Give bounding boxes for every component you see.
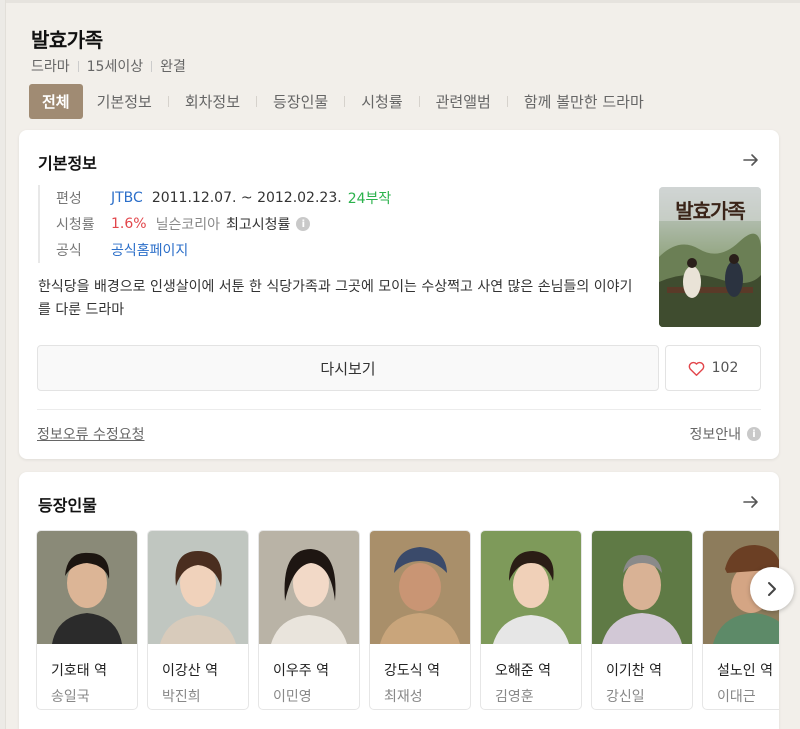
tab-divider — [256, 96, 258, 107]
info-icon[interactable]: i — [296, 217, 311, 231]
program-title[interactable]: 발효가족 — [31, 24, 103, 53]
cast-card: 등장인물 기호태 역 송일국 이강산 역 박진희 이우주 역 이민영 강도식 역… — [19, 472, 779, 729]
tab-divider — [418, 96, 420, 107]
heart-icon — [688, 361, 704, 376]
role-name: 이기찬 역 — [606, 663, 662, 679]
rating-label: 시청률 — [56, 217, 95, 233]
age-rating: 15세이상 — [86, 59, 144, 75]
actor-name: 송일국 — [51, 689, 90, 705]
chevron-right-icon — [768, 582, 776, 596]
role-name: 기호태 역 — [51, 663, 107, 679]
actor-name: 이민영 — [273, 689, 312, 705]
actor-name: 이대근 — [717, 689, 756, 705]
cast-item[interactable]: 이기찬 역 강신일 — [591, 530, 693, 710]
cast-title[interactable]: 등장인물 — [38, 492, 97, 516]
rating-note: 최고시청률 — [225, 217, 291, 233]
rewatch-button[interactable]: 다시보기 — [37, 345, 659, 391]
program-description: 한식당을 배경으로 인생살이에 서툰 한 식당가족과 그곳에 모이는 수상쩍고 … — [38, 279, 633, 318]
program-header: 발효가족 — [31, 24, 103, 53]
info-list: 편성 JTBC 2011.12.07. ~ 2012.02.23. 24부작 시… — [38, 185, 391, 263]
actor-name: 박진희 — [162, 689, 201, 705]
top-frame — [6, 0, 800, 3]
divider — [37, 409, 761, 410]
role-name: 이우주 역 — [273, 663, 329, 679]
actor-name: 김영훈 — [495, 689, 534, 705]
tab-episodes[interactable]: 회차정보 — [185, 84, 240, 119]
tab-cast[interactable]: 등장인물 — [273, 84, 328, 119]
actor-name: 강신일 — [606, 689, 645, 705]
actor-photo — [370, 531, 470, 644]
program-meta: 드라마 15세이상 완결 — [31, 56, 186, 76]
poster-title: 발효가족 — [675, 199, 746, 223]
cast-item[interactable]: 기호태 역 송일국 — [36, 530, 138, 710]
like-count: 102 — [711, 360, 739, 376]
actor-photo — [148, 531, 248, 644]
cast-item[interactable]: 이우주 역 이민영 — [258, 530, 360, 710]
meta-divider — [151, 60, 153, 72]
like-button[interactable]: 102 — [665, 345, 761, 391]
cast-list: 기호태 역 송일국 이강산 역 박진희 이우주 역 이민영 강도식 역 최재성 … — [36, 530, 779, 710]
info-icon: i — [747, 427, 761, 441]
role-name: 오해준 역 — [495, 663, 551, 679]
actor-name: 최재성 — [384, 689, 423, 705]
rating-row: 시청률 1.6% 닐슨코리아 최고시청률 i — [56, 211, 391, 237]
tab-all[interactable]: 전체 — [29, 84, 83, 119]
tab-bar: 전체 기본정보 회차정보 등장인물 시청률 관련앨범 함께 볼만한 드라마 — [29, 84, 644, 119]
tab-divider — [344, 96, 346, 107]
cast-item[interactable]: 설노인 역 이대근 — [702, 530, 779, 710]
meta-divider — [77, 60, 79, 72]
cast-item[interactable]: 이강산 역 박진희 — [147, 530, 249, 710]
broadcast-row: 편성 JTBC 2011.12.07. ~ 2012.02.23. 24부작 — [56, 185, 391, 211]
poster-image[interactable]: 발효가족 — [659, 187, 761, 327]
tab-basic-info[interactable]: 기본정보 — [97, 84, 152, 119]
official-label: 공식 — [56, 243, 82, 259]
role-name: 강도식 역 — [384, 663, 440, 679]
rating-value: 1.6% — [111, 216, 147, 232]
left-frame — [0, 0, 6, 729]
tab-similar-dramas[interactable]: 함께 볼만한 드라마 — [524, 84, 644, 119]
actor-photo — [592, 531, 692, 644]
report-error-link[interactable]: 정보오류 수정요청 — [37, 424, 145, 444]
rating-source: 닐슨코리아 — [155, 217, 220, 233]
actor-photo — [481, 531, 581, 644]
status: 완결 — [160, 59, 186, 75]
role-name: 이강산 역 — [162, 663, 218, 679]
info-guide-link[interactable]: 정보안내 i — [689, 424, 761, 444]
tab-divider — [506, 96, 508, 107]
basic-info-title[interactable]: 기본정보 — [38, 150, 97, 174]
role-name: 설노인 역 — [717, 663, 773, 679]
tab-albums[interactable]: 관련앨범 — [436, 84, 491, 119]
arrow-right-icon[interactable] — [741, 492, 761, 512]
broadcast-period: 2011.12.07. ~ 2012.02.23. — [151, 190, 342, 206]
genre: 드라마 — [31, 59, 70, 75]
info-guide-label: 정보안내 — [689, 427, 741, 443]
actor-photo — [259, 531, 359, 644]
official-homepage-link[interactable]: 공식홈페이지 — [111, 240, 188, 260]
channel-link[interactable]: JTBC — [111, 190, 143, 206]
actor-photo — [37, 531, 137, 644]
broadcast-label: 편성 — [56, 191, 82, 207]
basic-info-card: 기본정보 편성 JTBC 2011.12.07. ~ 2012.02.23. 2… — [19, 130, 779, 459]
next-arrow-button[interactable] — [750, 567, 794, 611]
tab-divider — [167, 96, 169, 107]
cast-item[interactable]: 오해준 역 김영훈 — [480, 530, 582, 710]
tab-ratings[interactable]: 시청률 — [361, 84, 402, 119]
official-row: 공식 공식홈페이지 — [56, 237, 391, 263]
arrow-right-icon[interactable] — [741, 150, 761, 170]
cast-item[interactable]: 강도식 역 최재성 — [369, 530, 471, 710]
episode-count[interactable]: 24부작 — [348, 188, 392, 208]
